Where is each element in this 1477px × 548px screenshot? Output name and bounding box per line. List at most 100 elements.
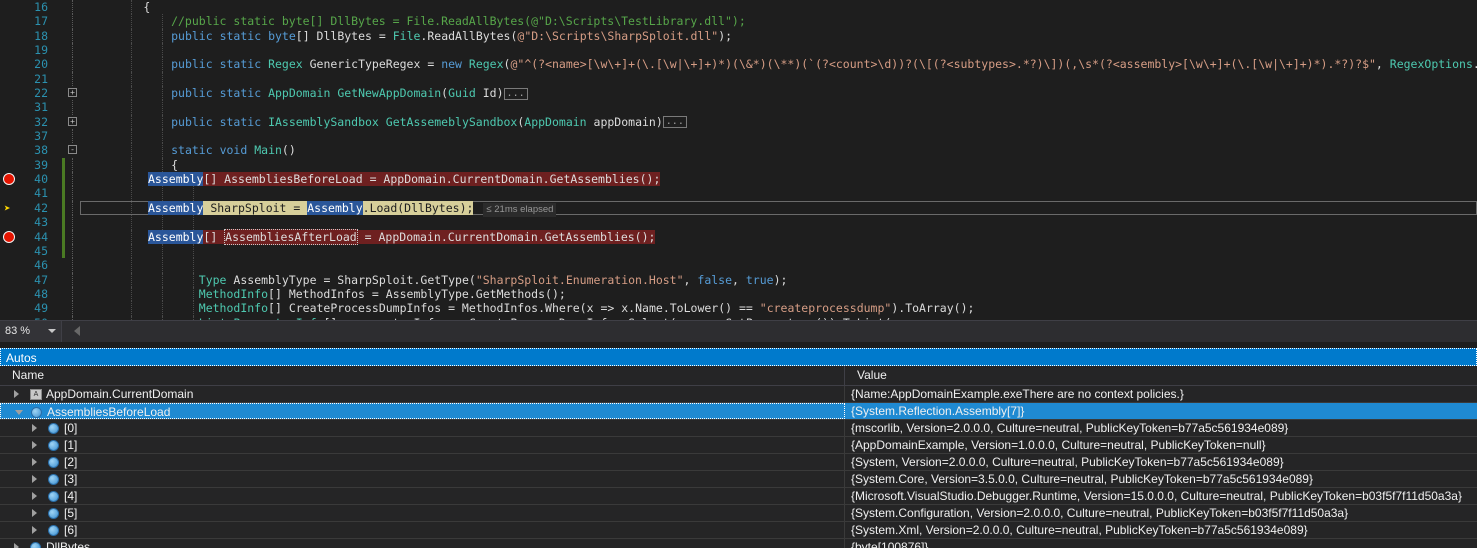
row-name-cell[interactable]: DllBytes xyxy=(0,539,845,548)
fold-guide-line xyxy=(72,0,73,15)
code-line[interactable]: 47 Type AssemblyType = SharpSploit.GetTy… xyxy=(0,272,1477,287)
expander-toggle-icon[interactable] xyxy=(32,492,37,500)
row-name-cell[interactable]: [0] xyxy=(0,420,845,436)
table-row[interactable]: [4] {Microsoft.VisualStudio.Debugger.Runt… xyxy=(0,488,1477,505)
variable-name: [5] xyxy=(64,506,78,520)
line-number: 46 xyxy=(34,258,48,273)
table-row[interactable]: [6] {System.Xml, Version=2.0.0.0, Culture… xyxy=(0,522,1477,539)
row-value-cell[interactable]: {mscorlib, Version=2.0.0.0, Culture=neut… xyxy=(847,420,1477,436)
code-line[interactable]: 44 Assembly[] AssembliesAfterLoad = AppDo… xyxy=(0,228,1477,245)
fold-guide-line xyxy=(72,14,73,29)
expander-toggle-icon[interactable] xyxy=(15,410,23,415)
table-row[interactable]: [2] {System, Version=2.0.0.0, Culture=neu… xyxy=(0,454,1477,471)
breakpoint-icon[interactable] xyxy=(3,230,15,243)
expander-toggle-icon[interactable] xyxy=(14,390,19,398)
column-header-name[interactable]: Name xyxy=(0,366,845,385)
code-line[interactable]: 31 xyxy=(0,100,1477,115)
table-row[interactable]: [3] {System.Core, Version=3.5.0.0, Cultur… xyxy=(0,471,1477,488)
code-line[interactable]: 46 xyxy=(0,258,1477,273)
code-line-text: { xyxy=(88,0,151,14)
appdomain-icon: A xyxy=(30,389,42,400)
field-icon xyxy=(48,474,59,485)
autos-row-list[interactable]: A AppDomain.CurrentDomain {Name:AppDomainE… xyxy=(0,386,1477,548)
line-number: 22 xyxy=(34,86,48,101)
line-number: 38 xyxy=(34,143,48,158)
column-header-value[interactable]: Value xyxy=(845,366,1477,385)
row-value-cell[interactable]: {Microsoft.VisualStudio.Debugger.Runtime… xyxy=(847,488,1477,504)
row-value-cell[interactable]: {AppDomainExample, Version=1.0.0.0, Cult… xyxy=(847,437,1477,453)
change-indicator-bar xyxy=(62,129,65,143)
expander-toggle-icon[interactable] xyxy=(32,441,37,449)
row-name-cell[interactable]: A AppDomain.CurrentDomain xyxy=(0,386,845,402)
row-value-cell[interactable]: {System, Version=2.0.0.0, Culture=neutra… xyxy=(847,454,1477,470)
row-value-cell[interactable]: {System.Xml, Version=2.0.0.0, Culture=ne… xyxy=(847,522,1477,538)
code-line-list[interactable]: 16 {17 //public static byte[] DllBytes =… xyxy=(0,0,1477,320)
fold-guide-line xyxy=(72,186,73,201)
code-editor[interactable]: 16 {17 //public static byte[] DllBytes =… xyxy=(0,0,1477,320)
code-line[interactable]: 45 xyxy=(0,243,1477,259)
code-line[interactable]: 18 public static byte[] DllBytes = File.… xyxy=(0,28,1477,44)
code-line[interactable]: 22 + public static AppDomain GetNewAppDom… xyxy=(0,86,1477,101)
code-line[interactable]: 41 xyxy=(0,186,1477,201)
variable-name: [0] xyxy=(64,421,78,435)
table-row[interactable]: [5] {System.Configuration, Version=2.0.0.… xyxy=(0,505,1477,522)
chevron-down-icon[interactable] xyxy=(48,329,56,333)
expander-toggle-icon[interactable] xyxy=(14,543,19,548)
row-name-cell[interactable]: [1] xyxy=(0,437,845,453)
code-line-text: MethodInfo[] CreateProcessDumpInfos = Me… xyxy=(198,301,975,316)
row-value-cell[interactable]: {System.Core, Version=3.5.0.0, Culture=n… xyxy=(847,471,1477,487)
row-value-cell[interactable]: {byte[100876]} xyxy=(847,539,1477,548)
line-number: 16 xyxy=(34,0,48,14)
code-line[interactable]: 32 + public static IAssemblySandbox GetAs… xyxy=(0,114,1477,130)
fold-guide-line xyxy=(72,258,73,273)
code-line[interactable]: 20 public static Regex GenericTypeRegex … xyxy=(0,57,1477,72)
variable-name: [3] xyxy=(64,472,78,486)
row-name-cell[interactable]: [4] xyxy=(0,488,845,504)
code-line[interactable]: 16 { xyxy=(0,0,1477,15)
fold-toggle-icon[interactable]: + xyxy=(68,88,77,98)
expander-toggle-icon[interactable] xyxy=(32,458,37,466)
row-value-cell[interactable]: {System.Configuration, Version=2.0.0.0, … xyxy=(847,505,1477,521)
zoom-level-combobox[interactable]: 83 % xyxy=(0,321,62,342)
change-indicator-bar xyxy=(62,258,65,272)
field-icon xyxy=(48,491,59,502)
table-row[interactable]: [1] {AppDomainExample, Version=1.0.0.0, C… xyxy=(0,437,1477,454)
table-row[interactable]: [0] {mscorlib, Version=2.0.0.0, Culture=n… xyxy=(0,420,1477,437)
change-indicator-bar xyxy=(62,200,65,216)
expander-toggle-icon[interactable] xyxy=(32,475,37,483)
code-line[interactable]: 43 xyxy=(0,215,1477,230)
row-name-cell[interactable]: [6] xyxy=(0,522,845,538)
table-row[interactable]: A AppDomain.CurrentDomain {Name:AppDomainE… xyxy=(0,386,1477,403)
horizontal-scroll-left-arrow-icon[interactable] xyxy=(74,326,80,336)
row-name-cell[interactable]: [3] xyxy=(0,471,845,487)
code-line[interactable]: 40 Assembly[] AssembliesBeforeLoad = AppD… xyxy=(0,172,1477,187)
row-value-cell[interactable]: {Name:AppDomainExample.exeThere are no c… xyxy=(847,386,1477,402)
code-line[interactable]: ➤ 42 Assembly SharpSploit = Assembly.Load(… xyxy=(0,200,1477,218)
code-line-text: Assembly[] AssembliesBeforeLoad = AppDom… xyxy=(148,172,661,187)
code-line[interactable]: 38 - static void Main() xyxy=(0,143,1477,158)
code-line[interactable]: 19 xyxy=(0,43,1477,58)
code-line[interactable]: 48 MethodInfo[] MethodInfos = AssemblyTy… xyxy=(0,286,1477,302)
expander-toggle-icon[interactable] xyxy=(32,526,37,534)
indent-guide xyxy=(193,258,194,273)
code-line[interactable]: 49 MethodInfo[] CreateProcessDumpInfos =… xyxy=(0,301,1477,316)
code-line[interactable]: 39 { xyxy=(0,157,1477,173)
change-indicator-bar xyxy=(62,287,65,301)
fold-toggle-icon[interactable]: + xyxy=(68,116,77,126)
code-line[interactable]: 37 xyxy=(0,129,1477,144)
code-line[interactable]: 17 //public static byte[] DllBytes = Fil… xyxy=(0,14,1477,29)
fold-toggle-icon[interactable]: - xyxy=(68,145,77,155)
row-name-cell[interactable]: AssembliesBeforeLoad xyxy=(0,403,845,419)
table-row[interactable]: AssembliesBeforeLoad {System.Reflection.A… xyxy=(0,403,1477,420)
line-number: 20 xyxy=(34,57,48,72)
code-line[interactable]: 21 xyxy=(0,71,1477,87)
breakpoint-icon[interactable] xyxy=(3,173,15,186)
variable-name: [6] xyxy=(64,523,78,537)
expander-toggle-icon[interactable] xyxy=(32,424,37,432)
table-row[interactable]: DllBytes {byte[100876]} xyxy=(0,539,1477,548)
expander-toggle-icon[interactable] xyxy=(32,509,37,517)
row-value-cell[interactable]: {System.Reflection.Assembly[7]} xyxy=(847,403,1477,419)
row-name-cell[interactable]: [5] xyxy=(0,505,845,521)
row-name-cell[interactable]: [2] xyxy=(0,454,845,470)
autos-panel-title-bar[interactable]: Autos xyxy=(0,348,1477,366)
